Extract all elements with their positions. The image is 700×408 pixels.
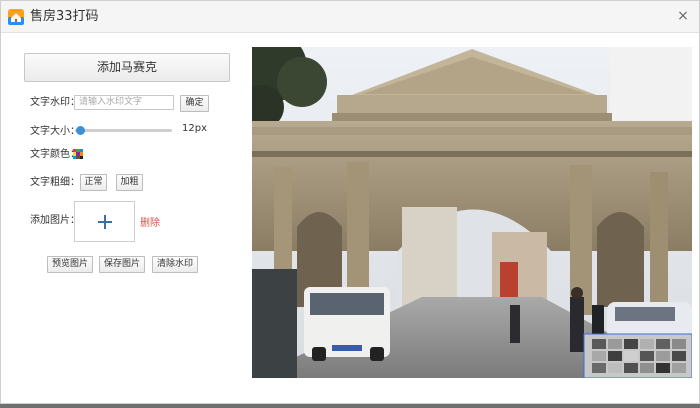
plus-icon — [97, 214, 112, 229]
watermark-label: 文字水印： — [30, 97, 80, 108]
size-value: 12px — [182, 123, 207, 134]
add-mosaic-button[interactable]: 添加马赛克 — [24, 53, 230, 82]
close-icon[interactable]: × — [675, 8, 691, 24]
confirm-button[interactable]: 确定 — [180, 95, 209, 112]
weight-label: 文字粗细： — [30, 177, 80, 188]
title-bar: 售房33打码 × — [1, 1, 699, 33]
app-window: 售房33打码 × 添加马赛克 文字水印： 请输入水印文字 确定 文字大小： 12… — [0, 0, 700, 404]
add-image-label: 添加图片： — [30, 215, 80, 226]
weight-normal-button[interactable]: 正常 — [80, 174, 107, 191]
color-swatch-cell[interactable] — [79, 155, 83, 159]
photo-preview — [252, 47, 692, 378]
weight-bold-button[interactable]: 加粗 — [116, 174, 143, 191]
save-image-button[interactable]: 保存图片 — [99, 256, 145, 273]
add-image-box[interactable] — [74, 201, 135, 242]
preview-image-button[interactable]: 预览图片 — [47, 256, 93, 273]
size-slider-track[interactable] — [75, 129, 172, 132]
watermark-input[interactable]: 请输入水印文字 — [74, 95, 174, 110]
house-icon — [8, 9, 24, 25]
gate-photo — [252, 47, 692, 378]
color-grid-icon[interactable] — [73, 149, 83, 159]
size-label: 文字大小： — [30, 126, 80, 137]
delete-image-link[interactable]: 删除 — [140, 214, 160, 229]
size-slider-handle[interactable] — [75, 126, 85, 135]
clear-watermark-button[interactable]: 清除水印 — [152, 256, 198, 273]
window-title: 售房33打码 — [30, 9, 99, 24]
